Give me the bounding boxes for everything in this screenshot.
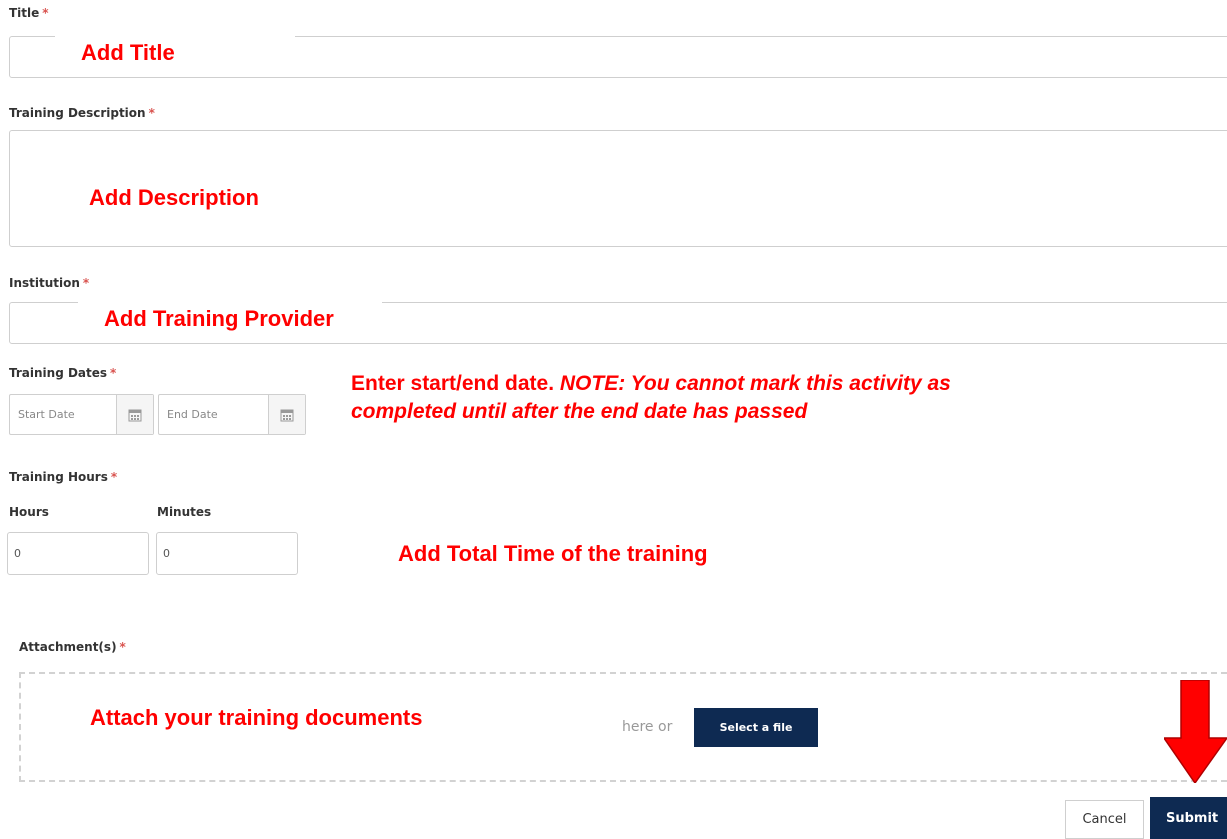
required-marker: *	[110, 470, 118, 484]
hours-section-label: Training Hours *	[9, 470, 117, 484]
minutes-label: Minutes	[157, 505, 212, 519]
attachments-label-text: Attachment(s)	[19, 640, 117, 654]
start-date-picker[interactable]: Start Date	[9, 394, 154, 435]
dates-label-text: Training Dates	[9, 366, 108, 380]
institution-label-text: Institution	[9, 276, 80, 290]
red-down-arrow	[1164, 680, 1227, 783]
required-marker: *	[110, 366, 117, 380]
calendar-icon	[280, 409, 294, 421]
select-file-button[interactable]: Select a file	[694, 708, 818, 747]
cancel-button[interactable]: Cancel	[1065, 800, 1144, 839]
attachments-label: Attachment(s) *	[19, 640, 126, 654]
annotation-description: Add Description	[89, 185, 259, 210]
dropzone-text: here or	[622, 719, 673, 735]
calendar-button[interactable]	[268, 395, 305, 434]
annotation-hours: Add Total Time of the training	[398, 541, 708, 566]
annotation-dates: Enter start/end date. NOTE: You cannot m…	[351, 370, 951, 426]
minutes-input[interactable]	[156, 532, 298, 575]
description-label-text: Training Description	[9, 106, 146, 120]
description-label: Training Description *	[9, 106, 155, 120]
calendar-button[interactable]	[116, 395, 153, 434]
institution-label: Institution *	[9, 276, 89, 290]
annotation-dates-note: NOTE: You cannot mark this activity as	[559, 372, 951, 395]
end-date-input[interactable]: End Date	[159, 395, 268, 434]
start-date-input[interactable]: Start Date	[10, 395, 116, 434]
required-marker: *	[148, 106, 155, 120]
annotation-dates-line1: Enter start/end date. NOTE: You cannot m…	[351, 370, 951, 398]
annotation-dates-line2: completed until after the end date has p…	[351, 400, 808, 423]
title-label-text: Title	[9, 6, 40, 20]
annotation-attachments: Attach your training documents	[90, 705, 423, 730]
annotation-institution: Add Training Provider	[78, 302, 382, 335]
required-marker: *	[119, 640, 126, 654]
calendar-icon	[128, 409, 142, 421]
hours-section-label-text: Training Hours	[9, 470, 108, 484]
hours-input[interactable]	[7, 532, 149, 575]
submit-button[interactable]: Submit	[1150, 797, 1227, 839]
title-label: Title *	[9, 6, 49, 20]
required-marker: *	[42, 6, 49, 20]
annotation-title: Add Title	[55, 36, 295, 69]
annotation-institution-text: Add Training Provider	[78, 302, 382, 335]
dates-label: Training Dates *	[9, 366, 116, 380]
required-marker: *	[82, 276, 90, 290]
annotation-title-text: Add Title	[55, 36, 295, 69]
end-date-picker[interactable]: End Date	[158, 394, 306, 435]
hours-label: Hours	[9, 505, 49, 519]
annotation-dates-intro: Enter start/end date.	[351, 372, 560, 395]
